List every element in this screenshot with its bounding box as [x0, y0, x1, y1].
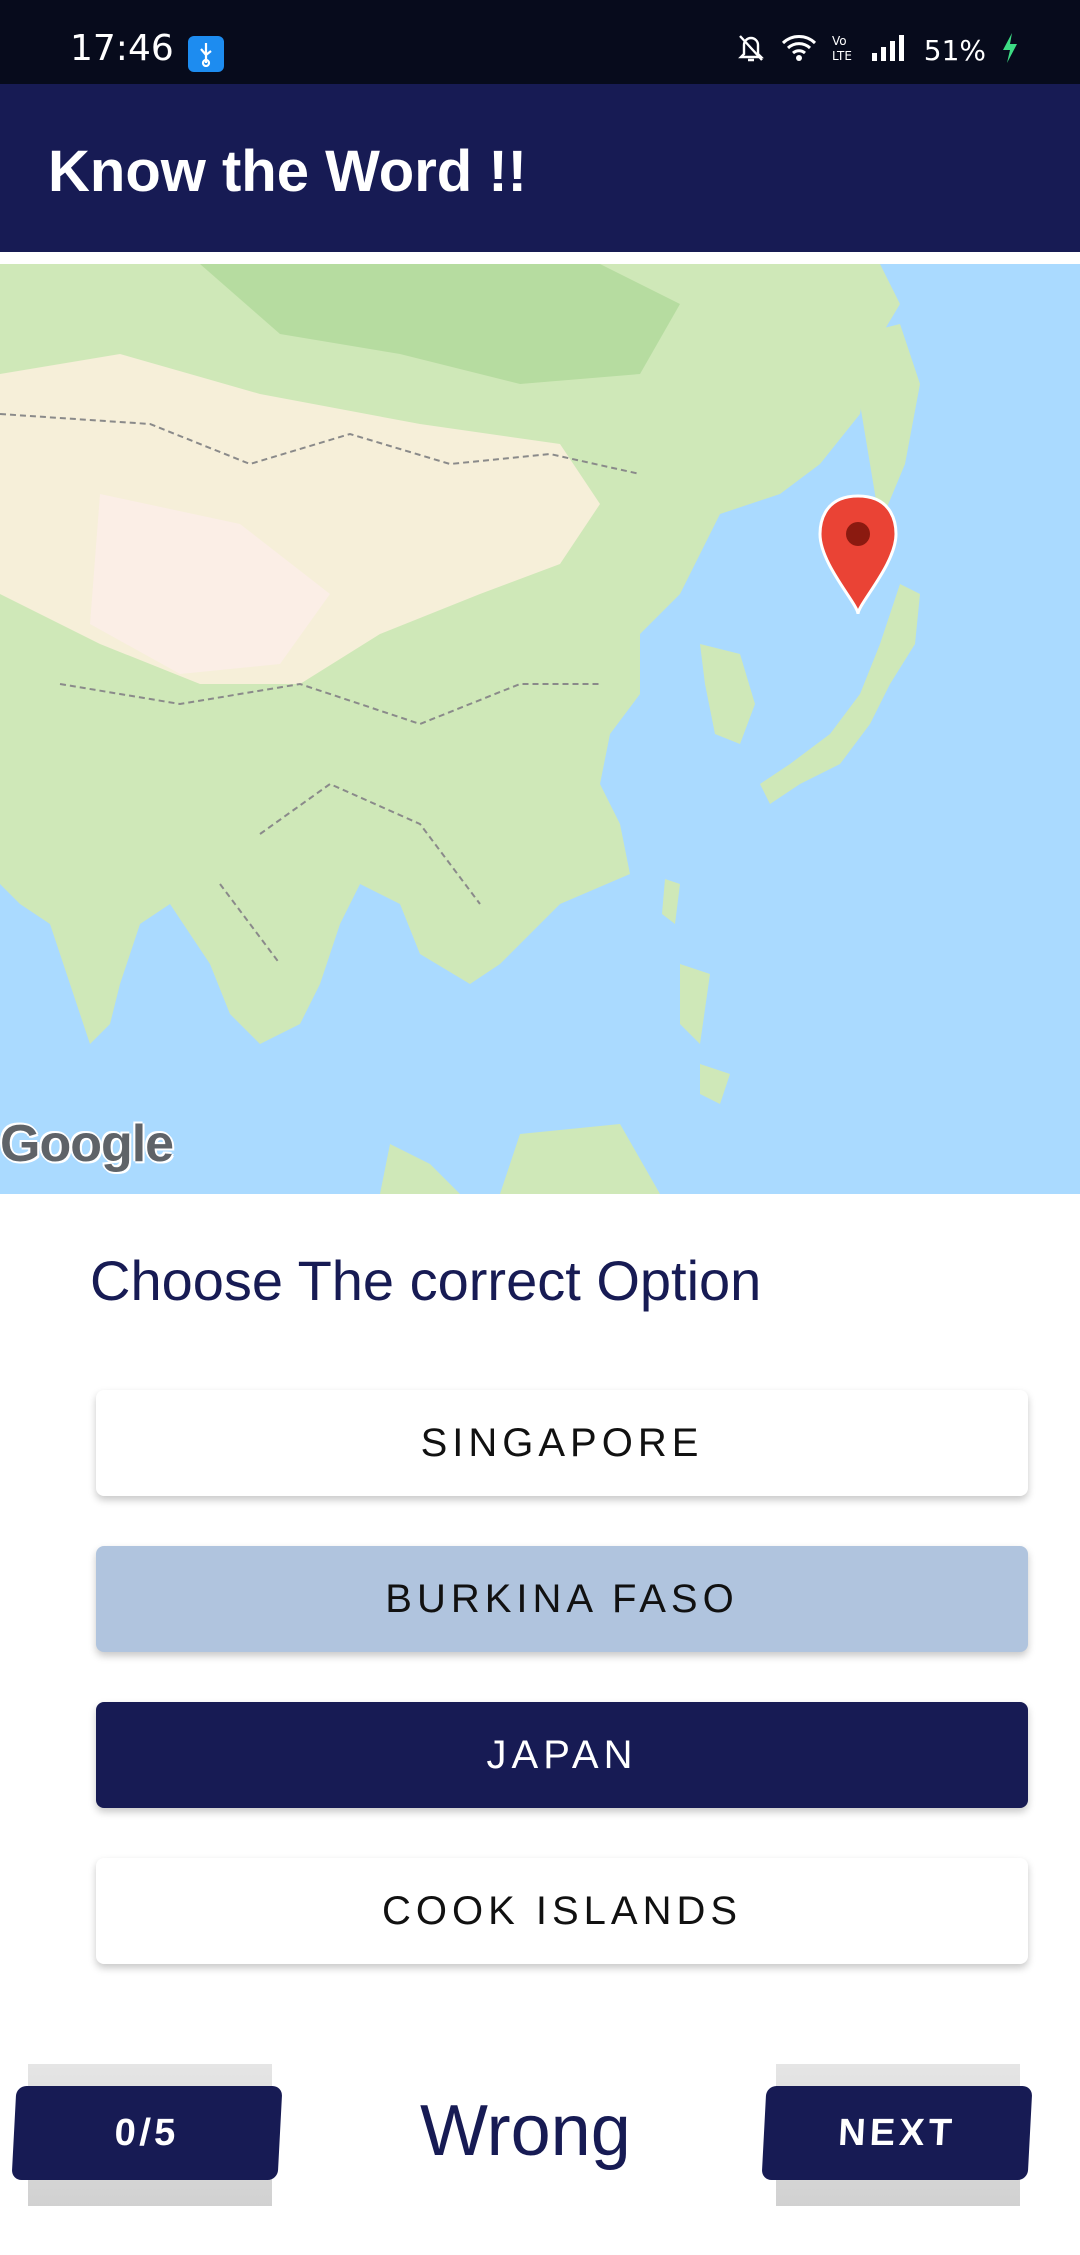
option-button-cook-islands[interactable]: COOK ISLANDS — [96, 1858, 1028, 1964]
option-button-singapore[interactable]: SINGAPORE — [96, 1390, 1028, 1496]
svg-text:Vo: Vo — [832, 34, 847, 48]
option-button-burkina-faso[interactable]: BURKINA FASO — [96, 1546, 1028, 1652]
mute-bell-icon — [736, 32, 766, 69]
next-button[interactable]: NEXT — [761, 2086, 1033, 2180]
usb-icon — [188, 36, 224, 72]
status-bar: 17:46 Vo LTE 51% — [0, 0, 1080, 84]
app-title: Know the Word !! — [48, 139, 527, 204]
result-text: Wrong — [420, 2091, 631, 2171]
google-logo: Google — [0, 1115, 174, 1173]
status-time: 17:46 — [70, 28, 174, 69]
signal-icon — [870, 33, 910, 68]
map-view[interactable]: Google — [0, 264, 1080, 1194]
app-bar: Know the Word !! — [0, 84, 1080, 252]
question-text: Choose The correct Option — [90, 1249, 762, 1312]
wifi-icon — [780, 33, 818, 68]
battery-level: 51% — [923, 33, 986, 67]
charging-icon — [1000, 32, 1020, 69]
map-canvas — [0, 264, 1080, 1194]
option-button-japan[interactable]: JAPAN — [96, 1702, 1028, 1808]
status-icons: Vo LTE 51% — [736, 30, 1020, 70]
volte-icon: Vo LTE — [832, 32, 856, 69]
score-badge: 0/5 — [11, 2086, 283, 2180]
svg-text:LTE: LTE — [832, 49, 852, 63]
